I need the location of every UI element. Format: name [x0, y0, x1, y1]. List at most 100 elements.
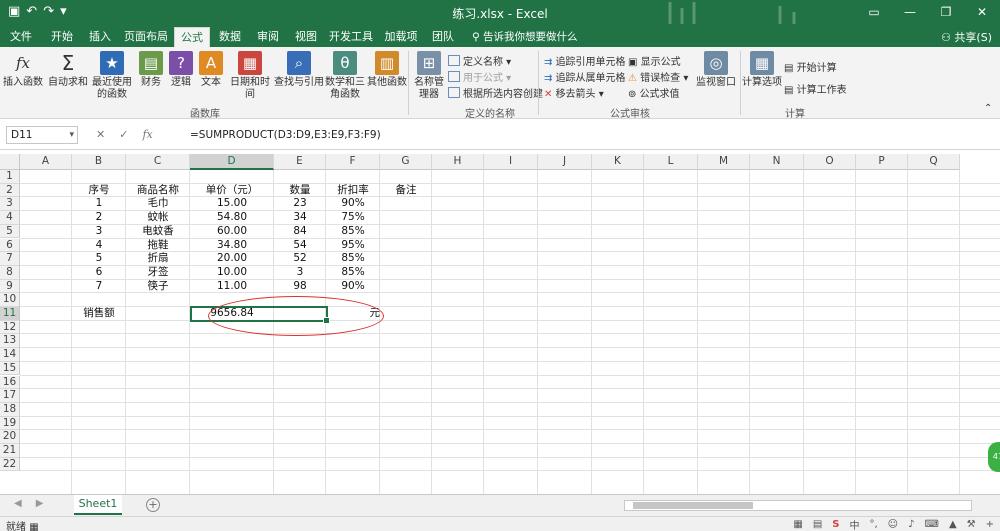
column-header-h[interactable]: H	[432, 154, 484, 170]
column-header-g[interactable]: G	[380, 154, 432, 170]
table-row-cell[interactable]: 折扇	[126, 252, 190, 265]
column-header-b[interactable]: B	[72, 154, 126, 170]
insert-function-button[interactable]: fx 插入函数	[2, 51, 44, 89]
row-header-15[interactable]: 15	[0, 361, 20, 376]
math-trig-button[interactable]: θ 数学和三角函数	[324, 51, 366, 101]
sheet-tab-sheet1[interactable]: Sheet1	[74, 495, 122, 515]
row-header-9[interactable]: 9	[0, 279, 20, 294]
table-row-cell[interactable]: 90%	[326, 197, 380, 210]
create-from-selection-button[interactable]: 根据所选内容创建	[448, 85, 543, 100]
define-name-button[interactable]: 定义名称 ▾	[448, 53, 511, 68]
row-header-6[interactable]: 6	[0, 238, 20, 253]
tab-page-layout[interactable]: 页面布局	[122, 27, 170, 47]
page-layout-view-icon[interactable]: ▤	[813, 519, 822, 530]
column-header-f[interactable]: F	[326, 154, 380, 170]
table-row-cell[interactable]: 2	[72, 211, 126, 224]
error-checking-button[interactable]: ⚠ 错误检查 ▾	[628, 69, 688, 84]
calc-options-button[interactable]: ▦ 计算选项	[742, 51, 782, 89]
table-row-cell[interactable]: 20.00	[190, 252, 274, 265]
table-row-cell[interactable]: 3	[72, 225, 126, 238]
recent-functions-button[interactable]: ★ 最近使用的函数	[88, 51, 136, 101]
insert-function-icon[interactable]: fx	[142, 126, 152, 144]
column-header-j[interactable]: J	[538, 154, 592, 170]
table-header-cell[interactable]: 折扣率	[326, 184, 380, 197]
table-row-cell[interactable]: 3	[274, 266, 326, 279]
table-row-cell[interactable]: 85%	[326, 252, 380, 265]
column-header-o[interactable]: O	[804, 154, 856, 170]
row-header-19[interactable]: 19	[0, 416, 20, 431]
select-all-corner[interactable]	[0, 154, 20, 170]
calc-now-button[interactable]: ▤ 开始计算	[784, 59, 837, 74]
tell-me-search[interactable]: ⚲ 告诉我你想要做什么	[472, 29, 578, 44]
worksheet-grid[interactable]: ABCDEFGHIJKLMNOPQ 1 2 3 4 5 6 7 8 9 10 11 12 13 14 15 1…	[0, 154, 1000, 494]
enter-icon[interactable]: ✓	[119, 126, 128, 144]
evaluate-formula-button[interactable]: ⊚ 公式求值	[628, 85, 680, 100]
row-header-13[interactable]: 13	[0, 334, 20, 349]
column-header-c[interactable]: C	[126, 154, 190, 170]
calc-sheet-button[interactable]: ▤ 计算工作表	[784, 81, 847, 96]
ime-sogou-icon[interactable]: S	[832, 519, 839, 530]
prev-sheet-icon[interactable]: ◀	[14, 498, 22, 509]
column-header-a[interactable]: A	[20, 154, 72, 170]
text-button[interactable]: A 文本	[198, 51, 224, 89]
table-row-cell[interactable]: 23	[274, 197, 326, 210]
next-sheet-icon[interactable]: ▶	[36, 498, 44, 509]
row-header-22[interactable]: 22	[0, 457, 20, 472]
table-row-cell[interactable]: 5	[72, 252, 126, 265]
ribbon-display-icon[interactable]: ▭	[856, 0, 892, 25]
table-header-cell[interactable]: 商品名称	[126, 184, 190, 197]
row-header-12[interactable]: 12	[0, 320, 20, 335]
table-row-cell[interactable]: 90%	[326, 280, 380, 293]
column-header-d[interactable]: D	[190, 154, 274, 170]
row-header-18[interactable]: 18	[0, 402, 20, 417]
formula-input[interactable]: =SUMPRODUCT(D3:D9,E3:E9,F3:F9)	[190, 126, 381, 144]
name-box[interactable]: D11	[6, 126, 78, 144]
ime-shirt-icon[interactable]: ▲	[949, 519, 957, 530]
table-row-cell[interactable]: 95%	[326, 239, 380, 252]
tab-insert[interactable]: 插入	[82, 27, 118, 47]
row-header-8[interactable]: 8	[0, 265, 20, 280]
show-formulas-button[interactable]: ▣ 显示公式	[628, 53, 681, 68]
table-row-cell[interactable]: 毛巾	[126, 197, 190, 210]
tab-review[interactable]: 审阅	[250, 27, 286, 47]
row-header-20[interactable]: 20	[0, 430, 20, 444]
tab-data[interactable]: 数据	[212, 27, 248, 47]
close-button[interactable]: ✕	[964, 0, 1000, 25]
table-row-cell[interactable]: 电蚊香	[126, 225, 190, 238]
financial-button[interactable]: ▤ 财务	[138, 51, 164, 89]
row-header-2[interactable]: 2	[0, 183, 20, 198]
table-header-cell[interactable]: 备注	[380, 184, 432, 197]
table-row-cell[interactable]: 84	[274, 225, 326, 238]
table-row-cell[interactable]: 6	[72, 266, 126, 279]
column-header-e[interactable]: E	[274, 154, 326, 170]
row-header-14[interactable]: 14	[0, 348, 20, 362]
ime-punct-icon[interactable]: °,	[869, 519, 877, 530]
table-row-cell[interactable]: 10.00	[190, 266, 274, 279]
table-row-cell[interactable]: 筷子	[126, 280, 190, 293]
trace-precedents-button[interactable]: ⇉ 追踪引用单元格	[544, 53, 626, 68]
table-header-cell[interactable]: 单价（元）	[190, 184, 274, 197]
column-header-n[interactable]: N	[750, 154, 804, 170]
datetime-button[interactable]: ▦ 日期和时间	[226, 51, 274, 101]
table-row-cell[interactable]: 75%	[326, 211, 380, 224]
row-header-1[interactable]: 1	[0, 170, 20, 184]
tab-file[interactable]: 文件	[4, 27, 38, 47]
table-row-cell[interactable]: 1	[72, 197, 126, 210]
add-sheet-icon[interactable]: +	[146, 498, 160, 512]
table-row-cell[interactable]: 34	[274, 211, 326, 224]
scrollbar-thumb[interactable]	[633, 502, 753, 509]
column-header-k[interactable]: K	[592, 154, 644, 170]
watch-window-button[interactable]: ◎ 监视窗口	[694, 51, 738, 89]
table-row-cell[interactable]: 52	[274, 252, 326, 265]
table-row-cell[interactable]: 85%	[326, 225, 380, 238]
table-row-cell[interactable]: 54	[274, 239, 326, 252]
cancel-icon[interactable]: ✕	[96, 126, 105, 144]
side-float-button[interactable]: 47	[988, 442, 1000, 472]
more-functions-button[interactable]: ▥ 其他函数	[366, 51, 408, 89]
ime-chinese-icon[interactable]: 中	[849, 517, 859, 531]
sales-label-cell[interactable]: 销售额	[72, 307, 126, 320]
collapse-ribbon-icon[interactable]: ⌃	[984, 103, 992, 114]
row-header-21[interactable]: 21	[0, 444, 20, 458]
remove-arrows-button[interactable]: ✕ 移去箭头 ▾	[544, 85, 604, 100]
ime-tools-icon[interactable]: ⚒	[967, 519, 976, 530]
